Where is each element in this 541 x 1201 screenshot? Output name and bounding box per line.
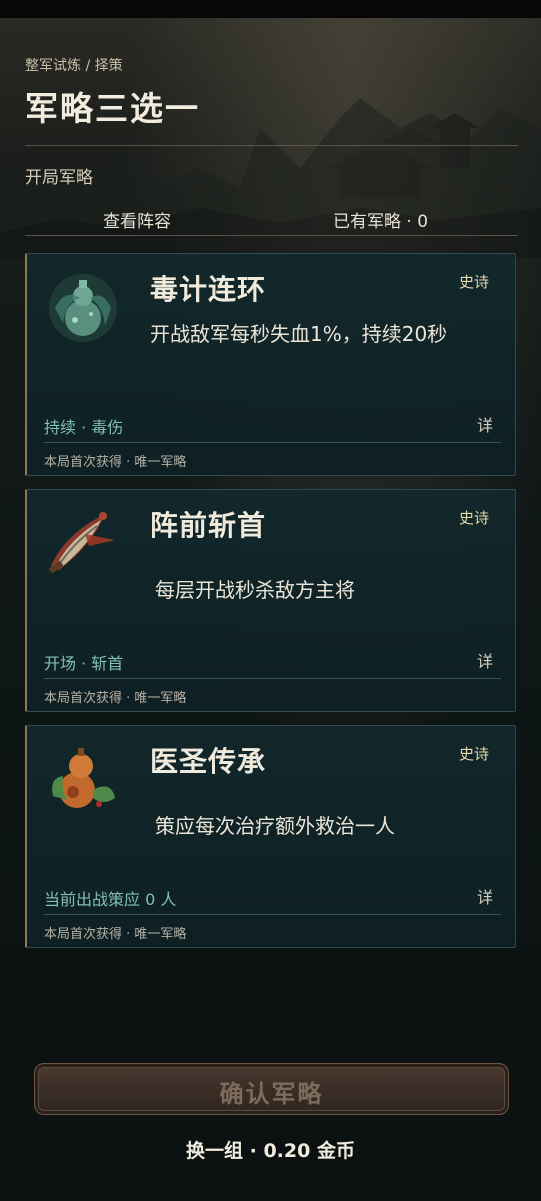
card-divider: [44, 442, 501, 443]
owned-strategies-button[interactable]: 已有军略 · 0: [333, 207, 428, 232]
rarity-badge: 史诗: [458, 273, 489, 291]
strategy-card[interactable]: 阵前斩首 史诗 每层开战秒杀敌方主将 开场 · 斩首 详 本局首次获得 · 唯一…: [25, 489, 516, 712]
breadcrumb: 整军试炼 / 择策: [25, 58, 123, 74]
tab-bar: 查看阵容 已有军略 · 0: [25, 203, 518, 236]
card-note: 本局首次获得 · 唯一军略: [44, 927, 187, 942]
title-divider: [25, 145, 518, 146]
poison-gourd-icon: [49, 274, 117, 342]
rarity-badge: 史诗: [458, 509, 489, 527]
card-divider: [44, 914, 501, 915]
card-description: 开战敌军每秒失血1%，持续20秒: [150, 322, 448, 346]
detail-button[interactable]: 详: [477, 884, 493, 908]
card-description: 策应每次治疗额外救治一人: [155, 814, 395, 838]
card-tags: 开场 · 斩首: [44, 654, 124, 673]
status-bar: [0, 0, 541, 18]
page-title: 军略三选一: [25, 89, 200, 128]
card-divider: [44, 678, 501, 679]
detail-button[interactable]: 详: [477, 648, 493, 672]
reroll-button[interactable]: 换一组 · 0.20 金币: [0, 1136, 541, 1163]
rarity-badge: 史诗: [458, 745, 489, 763]
card-note: 本局首次获得 · 唯一军略: [44, 691, 187, 706]
page-subtitle: 开局军略: [25, 168, 93, 188]
card-note: 本局首次获得 · 唯一军略: [44, 455, 187, 470]
card-title: 医圣传承: [150, 745, 267, 778]
confirm-button[interactable]: 确认军略: [34, 1063, 509, 1115]
medicine-gourd-icon: [52, 748, 115, 808]
card-tags: 持续 · 毒伤: [44, 418, 124, 437]
confirm-button-label: 确认军略: [219, 1080, 324, 1108]
view-team-button[interactable]: 查看阵容: [103, 207, 171, 232]
card-description: 每层开战秒杀敌方主将: [155, 578, 355, 602]
card-title: 毒计连环: [150, 273, 267, 306]
card-tags: 当前出战策应 0 人: [44, 890, 177, 909]
card-title: 阵前斩首: [150, 509, 267, 542]
strategy-card[interactable]: 毒计连环 史诗 开战敌军每秒失血1%，持续20秒 持续 · 毒伤 详 本局首次获…: [25, 253, 516, 476]
detail-button[interactable]: 详: [477, 412, 493, 436]
blade-icon: [48, 512, 115, 574]
strategy-card[interactable]: 医圣传承 史诗 策应每次治疗额外救治一人 当前出战策应 0 人 详 本局首次获得…: [25, 725, 516, 948]
